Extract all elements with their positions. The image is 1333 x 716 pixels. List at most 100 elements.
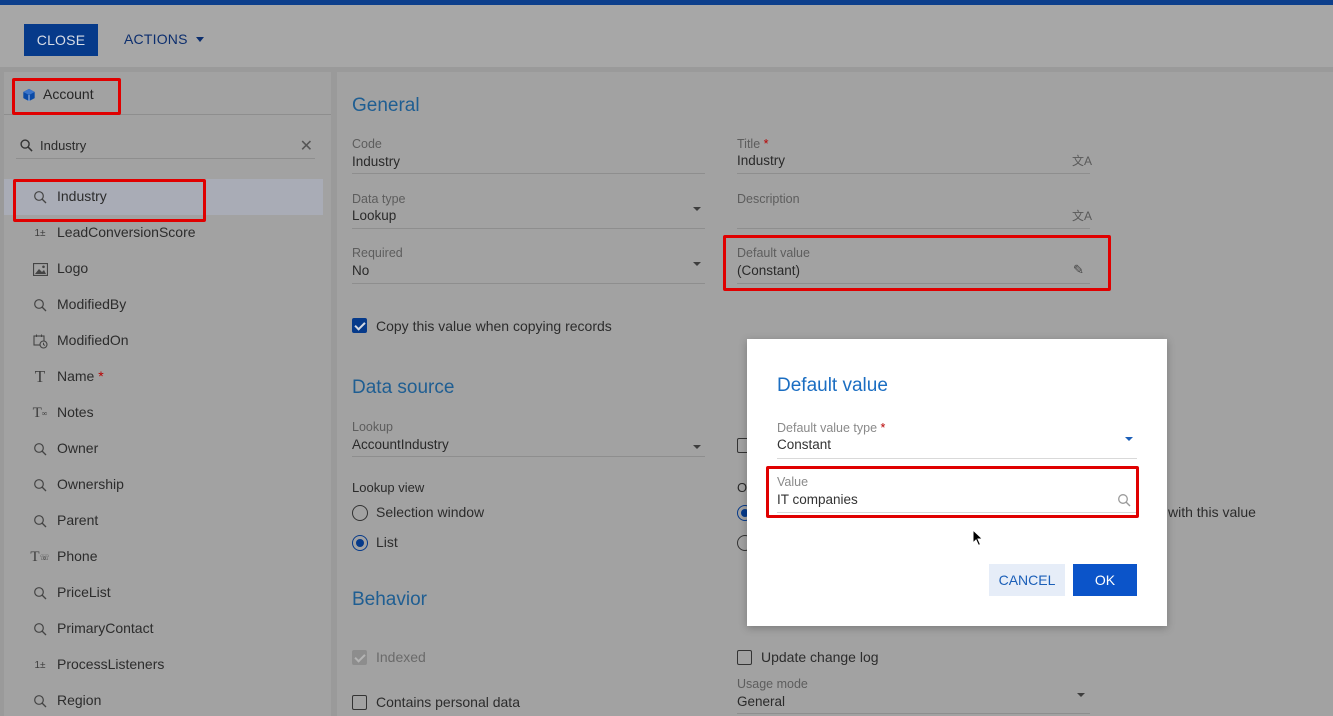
list-item-label: Ownership bbox=[57, 476, 124, 492]
lookup-search-icon bbox=[32, 621, 48, 637]
section-title-general: General bbox=[352, 95, 420, 116]
entity-header: Account bbox=[4, 72, 331, 115]
required-label: Required bbox=[352, 246, 403, 260]
lookup-search-icon bbox=[32, 585, 48, 601]
field-underline bbox=[777, 458, 1137, 459]
field-underline bbox=[737, 228, 1090, 229]
datatype-select[interactable]: Lookup bbox=[352, 208, 396, 223]
translate-icon[interactable]: 文A bbox=[1072, 152, 1092, 169]
list-item-label: Phone bbox=[57, 548, 98, 564]
lookup-search-icon bbox=[32, 441, 48, 457]
highlight-box bbox=[12, 78, 121, 115]
list-item[interactable]: Ownership bbox=[4, 467, 331, 503]
copy-value-label: Copy this value when copying records bbox=[376, 318, 612, 334]
update-changelog-checkbox[interactable] bbox=[737, 650, 752, 665]
chevron-down-icon[interactable] bbox=[1077, 693, 1085, 697]
code-field[interactable]: Industry bbox=[352, 154, 400, 169]
chevron-down-icon[interactable] bbox=[693, 207, 701, 211]
search-value: Industry bbox=[40, 138, 87, 153]
list-item[interactable]: Logo bbox=[4, 251, 331, 287]
required-asterisk: * bbox=[763, 137, 769, 151]
list-item[interactable]: PriceList bbox=[4, 575, 331, 611]
description-label: Description bbox=[737, 192, 800, 206]
translate-icon[interactable]: 文A bbox=[1072, 207, 1092, 224]
lookup-label: Lookup bbox=[352, 420, 394, 434]
column-list: Industry 1± LeadConversionScore Logo Mod… bbox=[4, 179, 331, 716]
indexed-checkbox[interactable] bbox=[352, 650, 367, 665]
long-text-icon: T ∞ bbox=[32, 404, 48, 421]
list-item-text: Name bbox=[57, 368, 95, 384]
cancel-button[interactable]: CANCEL bbox=[989, 564, 1065, 596]
datetime-icon bbox=[32, 333, 48, 349]
list-item[interactable]: Owner bbox=[4, 431, 331, 467]
partial-right-label: O bbox=[737, 480, 748, 495]
lookup-view-label: Lookup view bbox=[352, 480, 425, 495]
lookup-search-icon bbox=[32, 693, 48, 709]
chevron-down-icon bbox=[195, 36, 204, 42]
default-type-select[interactable]: Constant bbox=[777, 437, 831, 452]
close-button[interactable]: CLOSE bbox=[24, 24, 98, 56]
ok-button[interactable]: OK bbox=[1073, 564, 1137, 596]
default-type-label: Default value type * bbox=[777, 421, 885, 435]
list-item[interactable]: ModifiedBy bbox=[4, 287, 331, 323]
chevron-down-icon[interactable] bbox=[1125, 437, 1133, 441]
toolbar: CLOSE ACTIONS bbox=[0, 5, 1333, 67]
clear-icon[interactable]: ✕ bbox=[300, 136, 313, 156]
integer-icon: 1± bbox=[34, 227, 46, 239]
list-item[interactable]: ModifiedOn bbox=[4, 323, 331, 359]
text-icon: T bbox=[34, 367, 46, 386]
list-item-label: Owner bbox=[57, 440, 99, 456]
list-item-label: Region bbox=[57, 692, 102, 708]
list-item-label: Parent bbox=[57, 512, 99, 528]
list-radio[interactable] bbox=[352, 535, 368, 551]
list-item[interactable]: Region bbox=[4, 683, 331, 716]
list-item[interactable]: Parent bbox=[4, 503, 331, 539]
datatype-label: Data type bbox=[352, 192, 406, 206]
list-item[interactable]: PrimaryContact bbox=[4, 611, 331, 647]
personal-data-checkbox[interactable] bbox=[352, 695, 367, 710]
update-changelog-label: Update change log bbox=[761, 649, 879, 665]
required-asterisk: * bbox=[98, 368, 104, 384]
list-item-label: PriceList bbox=[57, 584, 111, 600]
list-item-label: ModifiedBy bbox=[57, 296, 127, 312]
list-item[interactable]: T ☏ Phone bbox=[4, 539, 331, 575]
highlight-box bbox=[723, 235, 1111, 291]
title-label: Title * bbox=[737, 137, 769, 151]
field-underline bbox=[352, 228, 705, 229]
required-select[interactable]: No bbox=[352, 263, 369, 278]
list-item[interactable]: T ∞ Notes bbox=[4, 395, 331, 431]
selection-window-radio[interactable] bbox=[352, 505, 368, 521]
list-label: List bbox=[376, 534, 398, 550]
field-underline bbox=[352, 173, 705, 174]
lookup-select[interactable]: AccountIndustry bbox=[352, 437, 449, 452]
personal-data-label: Contains personal data bbox=[376, 694, 520, 710]
column-list-panel: Account Industry ✕ Industry 1± LeadConve… bbox=[4, 72, 331, 716]
usage-mode-label: Usage mode bbox=[737, 677, 808, 691]
column-search-input[interactable]: Industry ✕ bbox=[16, 134, 315, 159]
section-title-datasource: Data source bbox=[352, 377, 455, 398]
chevron-down-icon[interactable] bbox=[693, 445, 701, 449]
phone-text-icon: T ☏ bbox=[30, 548, 50, 565]
list-item-label: ModifiedOn bbox=[57, 332, 129, 348]
actions-label: ACTIONS bbox=[124, 31, 188, 47]
mouse-cursor-icon bbox=[972, 529, 984, 547]
field-underline bbox=[737, 713, 1090, 714]
usage-mode-select[interactable]: General bbox=[737, 694, 785, 709]
lookup-search-icon bbox=[32, 513, 48, 529]
list-item-label: LeadConversionScore bbox=[57, 224, 196, 240]
list-item[interactable]: T Name * bbox=[4, 359, 331, 395]
actions-menu-button[interactable]: ACTIONS bbox=[124, 31, 204, 47]
dialog-title: Default value bbox=[777, 375, 888, 396]
selection-window-label: Selection window bbox=[376, 504, 485, 520]
chevron-down-icon[interactable] bbox=[693, 262, 701, 266]
default-type-label-text: Default value type bbox=[777, 421, 878, 435]
list-item-label: Logo bbox=[57, 260, 89, 276]
title-field[interactable]: Industry bbox=[737, 153, 785, 168]
copy-value-checkbox[interactable] bbox=[352, 318, 367, 333]
default-value-dialog: Default value Default value type * Const… bbox=[747, 339, 1167, 626]
image-icon bbox=[32, 261, 48, 277]
highlight-box bbox=[766, 466, 1139, 518]
integer-icon: 1± bbox=[34, 659, 46, 671]
list-item[interactable]: 1± ProcessListeners bbox=[4, 647, 331, 683]
list-item-label: ProcessListeners bbox=[57, 656, 165, 672]
